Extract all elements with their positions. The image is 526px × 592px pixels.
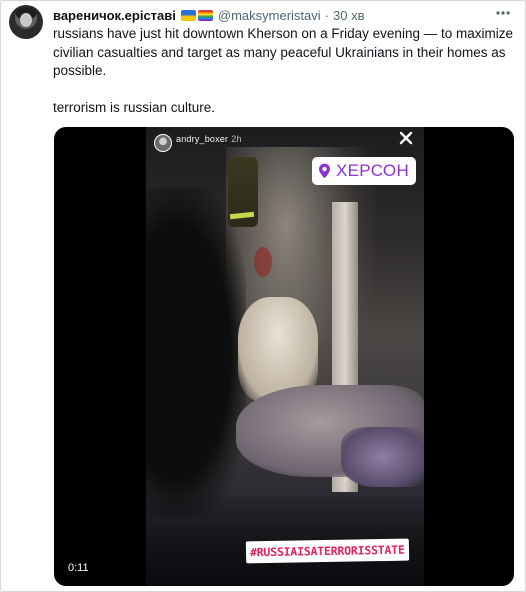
- story-username: andry_boxer: [176, 134, 229, 144]
- scene-blanket: [341, 427, 424, 487]
- story-age: 2h: [231, 134, 242, 144]
- timestamp[interactable]: 30 хв: [333, 8, 364, 23]
- tweet-card[interactable]: вареничок.еріставі @maksymeristavi · 30 …: [0, 0, 526, 592]
- scene-shadow: [146, 187, 246, 517]
- ukraine-flag-icon: [180, 9, 196, 21]
- tweet-paragraph-2: terrorism is russian culture.: [53, 99, 216, 115]
- close-icon-svg: [399, 131, 413, 145]
- story-avatar: [154, 134, 172, 152]
- tweet-paragraph-1: russians have just hit downtown Kherson …: [53, 26, 513, 78]
- close-icon: [398, 131, 414, 147]
- story-header: andry_boxer 2h: [176, 134, 242, 144]
- tweet-text: russians have just hit downtown Kherson …: [53, 25, 515, 117]
- scene-stain: [254, 247, 272, 277]
- rainbow-flag-icon: [197, 9, 213, 21]
- user-handle[interactable]: @maksymeristavi: [218, 8, 321, 23]
- location-text: ХЕРСОН: [336, 161, 410, 180]
- location-sticker: ХЕРСОН: [312, 157, 417, 185]
- more-horizontal-icon-svg: [496, 11, 510, 15]
- video-player[interactable]: andry_boxer 2h ХЕРСОН #RUSSIAISATERRORISS…: [54, 127, 514, 586]
- separator-dot: ·: [324, 7, 329, 23]
- tweet-header: вареничок.еріставі @maksymeristavi · 30 …: [53, 6, 364, 24]
- avatar-face: [20, 13, 32, 27]
- hashtag-sticker: #RUSSIAISATERRORISSTATE: [245, 538, 409, 564]
- map-pin-icon: [319, 163, 330, 179]
- more-horizontal-icon[interactable]: [493, 4, 513, 22]
- display-name[interactable]: вареничок.еріставі: [53, 8, 176, 23]
- video-frame: andry_boxer 2h ХЕРСОН #RUSSIAISATERRORISS…: [146, 127, 424, 586]
- video-duration: 0:11: [63, 560, 94, 576]
- avatar[interactable]: [9, 5, 43, 39]
